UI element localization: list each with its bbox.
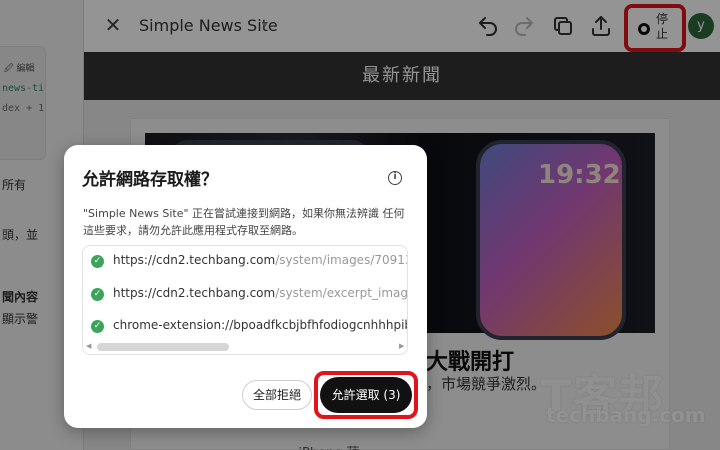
network-permission-dialog: 允許網路存取權？ i "Simple News Site" 正在嘗試連接到網路，… [64,145,427,428]
check-icon[interactable]: ✓ [91,255,104,268]
check-icon[interactable]: ✓ [91,320,104,333]
url-path: /system/excerpt_images/120 [275,286,408,300]
url-list[interactable]: ✓ https://cdn2.techbang.com/system/image… [82,245,408,355]
url-host: https://cdn2.techbang.com [113,286,276,300]
allow-selected-button[interactable]: 允許選取 (3) [320,377,412,413]
list-item[interactable]: ✓ https://cdn2.techbang.com/system/excer… [91,285,408,305]
horizontal-scrollbar[interactable] [97,343,229,351]
list-item[interactable]: ✓ https://cdn2.techbang.com/system/image… [91,252,407,272]
dialog-title: 允許網路存取權？ [82,170,218,190]
url-path: /system/images/709135/orig [275,253,407,267]
check-icon[interactable]: ✓ [91,288,104,301]
list-item[interactable]: ✓ chrome-extension://bpoadfkcbjbfhfodiog… [91,317,408,337]
url-host: chrome-extension://bpoadfkcbjbfhfodiogcn… [113,318,408,332]
scroll-right-icon[interactable]: ▶ [399,342,404,350]
info-icon[interactable]: i [388,171,402,185]
allow-selected-highlight: 允許選取 (3) [314,371,418,419]
dialog-description: "Simple News Site" 正在嘗試連接到網路，如果你無法辨識 任何這… [83,207,405,237]
reject-all-button[interactable]: 全部拒絕 [242,380,312,410]
url-host: https://cdn2.techbang.com [113,253,276,267]
scroll-left-icon[interactable]: ◀ [86,342,91,350]
